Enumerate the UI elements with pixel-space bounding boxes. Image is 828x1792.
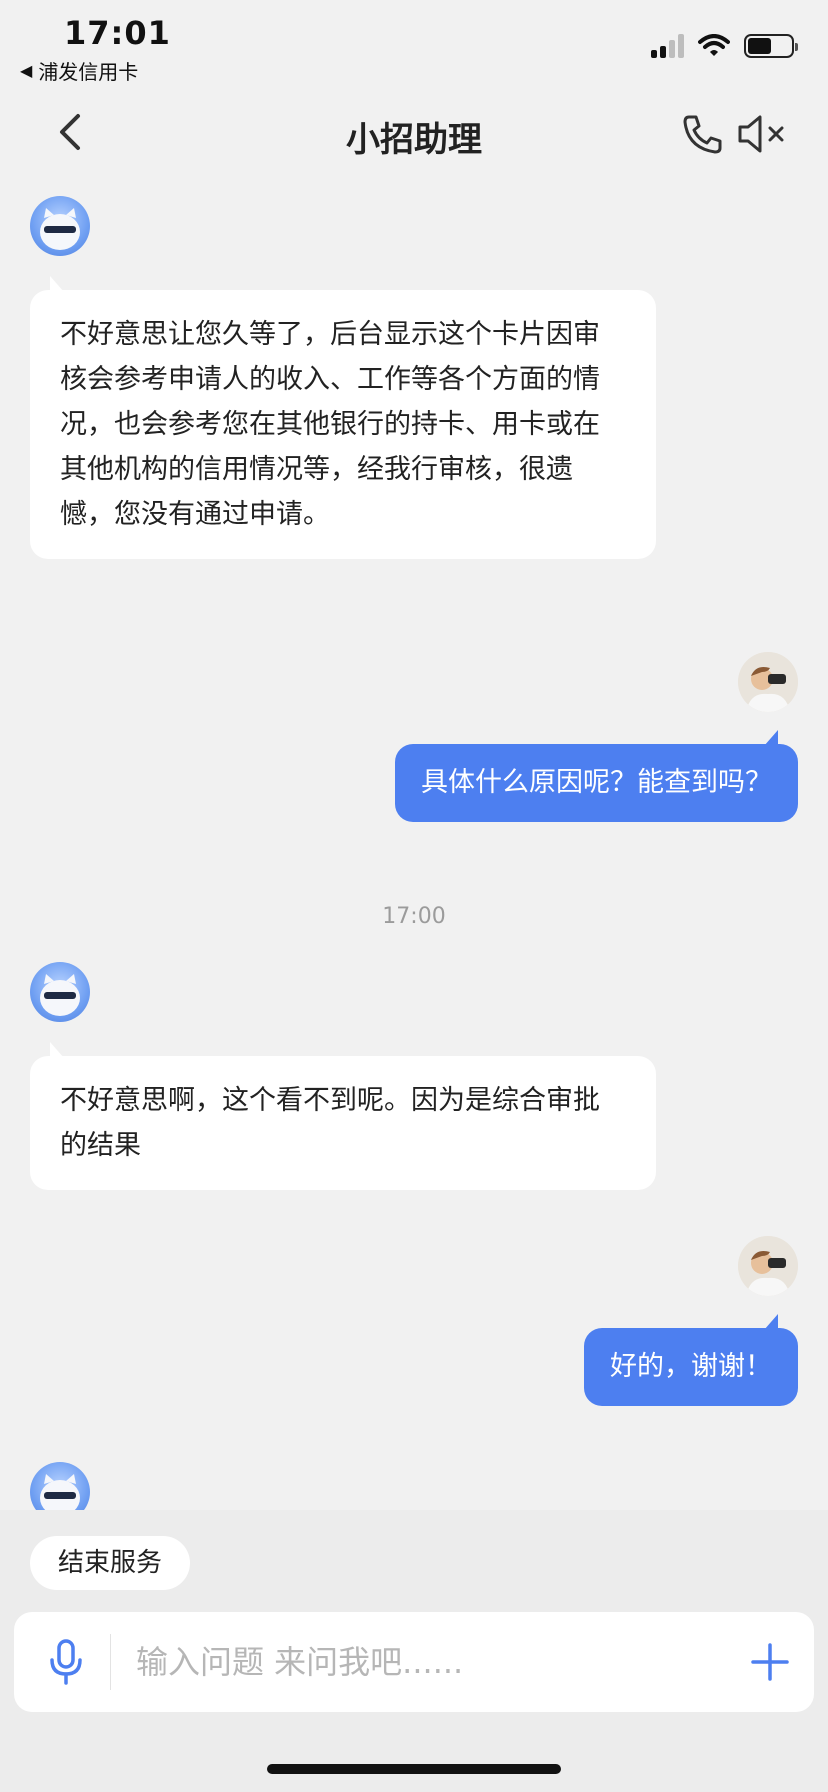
bot-message-bubble: 不好意思啊，这个看不到呢。因为是综合审批的结果 (30, 1042, 656, 1190)
microphone-icon[interactable] (46, 1638, 86, 1686)
time-separator: 17:00 (382, 904, 446, 929)
robot-cat-icon (40, 208, 80, 250)
status-time: 17:01 (64, 14, 171, 52)
speaker-mute-icon[interactable] (736, 112, 792, 156)
home-indicator (267, 1764, 561, 1774)
user-message-bubble: 具体什么原因呢？能查到吗？ (395, 730, 798, 822)
user-avatar (738, 1236, 798, 1296)
bot-message-bubble: 不好意思让您久等了，后台显示这个卡片因审核会参考申请人的收入、工作等各个方面的情… (30, 276, 656, 559)
status-icons (651, 34, 798, 58)
message-input-bar (14, 1612, 814, 1712)
phone-icon[interactable] (680, 112, 724, 156)
back-app-label: 浦发信用卡 (38, 60, 139, 84)
robot-cat-icon (40, 974, 80, 1016)
plus-icon[interactable] (750, 1642, 790, 1682)
input-divider (110, 1634, 111, 1690)
chat-screen: 17:01 ◀ 浦发信用卡 小招助理 不好意思让您久等了，后台显示这个卡片因审核… (0, 0, 828, 1792)
user-avatar (738, 652, 798, 712)
wifi-icon (698, 34, 730, 56)
bot-avatar (30, 196, 90, 256)
child-photo-icon (738, 652, 798, 712)
user-message-bubble: 好的，谢谢！ (584, 1314, 798, 1406)
back-triangle-icon: ◀ (20, 61, 33, 80)
signal-icon (651, 34, 684, 58)
back-to-app-link[interactable]: ◀ 浦发信用卡 (20, 56, 138, 85)
bot-avatar (30, 962, 90, 1022)
end-service-button[interactable]: 结束服务 (30, 1536, 191, 1590)
chat-header: 小招助理 (0, 98, 828, 170)
battery-icon (744, 34, 798, 58)
child-photo-icon (738, 1236, 798, 1296)
bottom-input-area: 结束服务 (0, 1510, 828, 1792)
message-input[interactable] (136, 1632, 716, 1692)
